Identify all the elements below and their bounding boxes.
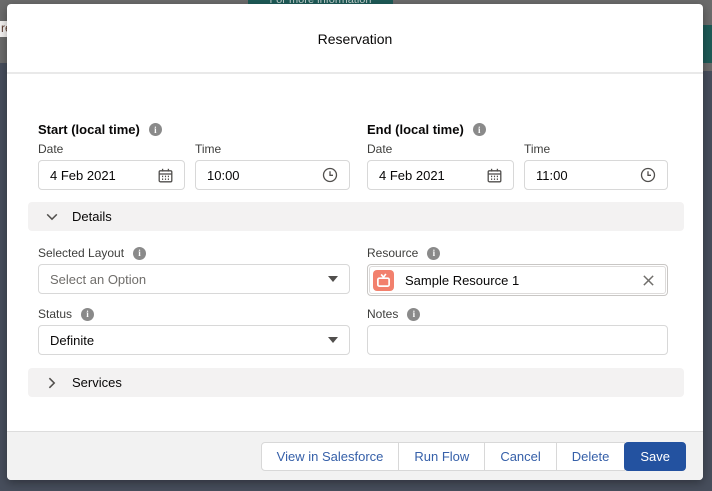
start-time-field-wrap: Time 10:00 xyxy=(195,142,350,190)
delete-button[interactable]: Delete xyxy=(556,442,626,471)
status-label: Status xyxy=(38,307,72,321)
status-notes-row: Status Definite Notes xyxy=(38,307,668,355)
end-date-input[interactable]: 4 Feb 2021 xyxy=(367,160,514,190)
notes-field-wrap: Notes xyxy=(367,307,668,355)
services-section-toggle[interactable]: Services xyxy=(28,368,684,397)
chevron-right-icon xyxy=(45,376,59,390)
end-time-input[interactable]: 11:00 xyxy=(524,160,668,190)
modal-body: Start (local time) Date 4 Feb 2021 xyxy=(7,74,703,431)
status-select[interactable]: Definite xyxy=(38,325,350,355)
details-section-toggle[interactable]: Details xyxy=(28,202,684,231)
clock-icon[interactable] xyxy=(322,167,338,183)
end-date-field-wrap: Date 4 Feb 2021 xyxy=(367,142,514,190)
backdrop-right-teal-fragment xyxy=(702,25,712,63)
start-date-input[interactable]: 4 Feb 2021 xyxy=(38,160,185,190)
resource-lookup[interactable]: Sample Resource 1 xyxy=(367,264,668,296)
backdrop-right-strip xyxy=(702,7,712,25)
chevron-down-icon xyxy=(45,210,59,224)
backdrop-right-strip-lower xyxy=(702,63,712,71)
modal-title: Reservation xyxy=(318,29,393,47)
cancel-button[interactable]: Cancel xyxy=(484,442,556,471)
datetime-row: Start (local time) Date 4 Feb 2021 xyxy=(38,122,668,190)
calendar-icon[interactable] xyxy=(487,168,502,183)
start-time-input[interactable]: 10:00 xyxy=(195,160,350,190)
selected-layout-field-wrap: Selected Layout Select an Option xyxy=(38,246,350,296)
start-date-field-wrap: Date 4 Feb 2021 xyxy=(38,142,185,190)
dropdown-caret-icon xyxy=(328,337,338,343)
calendar-icon[interactable] xyxy=(158,168,173,183)
end-group-label: End (local time) xyxy=(367,122,464,137)
view-in-salesforce-button[interactable]: View in Salesforce xyxy=(261,442,400,471)
status-field-wrap: Status Definite xyxy=(38,307,350,355)
resource-label: Resource xyxy=(367,246,418,260)
resource-entity-icon xyxy=(373,270,394,291)
selected-layout-select[interactable]: Select an Option xyxy=(38,264,350,294)
info-icon[interactable] xyxy=(407,308,420,321)
modal-header: Reservation xyxy=(7,4,703,74)
background-text-fragment: re xyxy=(0,21,7,37)
screen: For more information re Reservation Star… xyxy=(0,0,712,491)
modal-footer: View in Salesforce Run Flow Cancel Delet… xyxy=(7,431,703,480)
clear-icon[interactable] xyxy=(642,274,655,287)
end-date-label: Date xyxy=(367,142,514,156)
start-group: Start (local time) Date 4 Feb 2021 xyxy=(38,122,350,190)
start-time-label: Time xyxy=(195,142,350,156)
notes-label: Notes xyxy=(367,307,398,321)
run-flow-button[interactable]: Run Flow xyxy=(398,442,485,471)
services-section-label: Services xyxy=(72,375,122,390)
selected-layout-label: Selected Layout xyxy=(38,246,124,260)
start-group-label: Start (local time) xyxy=(38,122,140,137)
end-time-field-wrap: Time 11:00 xyxy=(524,142,668,190)
info-icon[interactable] xyxy=(427,247,440,260)
info-icon[interactable] xyxy=(133,247,146,260)
details-section-label: Details xyxy=(72,209,112,224)
resource-field-wrap: Resource Sample Resource 1 xyxy=(367,246,668,296)
info-icon[interactable] xyxy=(149,123,162,136)
save-button[interactable]: Save xyxy=(624,442,686,471)
layout-resource-row: Selected Layout Select an Option Resourc… xyxy=(38,246,668,296)
clock-icon[interactable] xyxy=(640,167,656,183)
end-group: End (local time) Date 4 Feb 2021 xyxy=(367,122,668,190)
dropdown-caret-icon xyxy=(328,276,338,282)
resource-value: Sample Resource 1 xyxy=(405,273,642,288)
info-icon[interactable] xyxy=(473,123,486,136)
notes-input[interactable] xyxy=(367,325,668,355)
info-icon[interactable] xyxy=(81,308,94,321)
reservation-modal: Reservation Start (local time) Date 4 Fe… xyxy=(7,4,703,480)
start-date-label: Date xyxy=(38,142,185,156)
end-time-label: Time xyxy=(524,142,668,156)
